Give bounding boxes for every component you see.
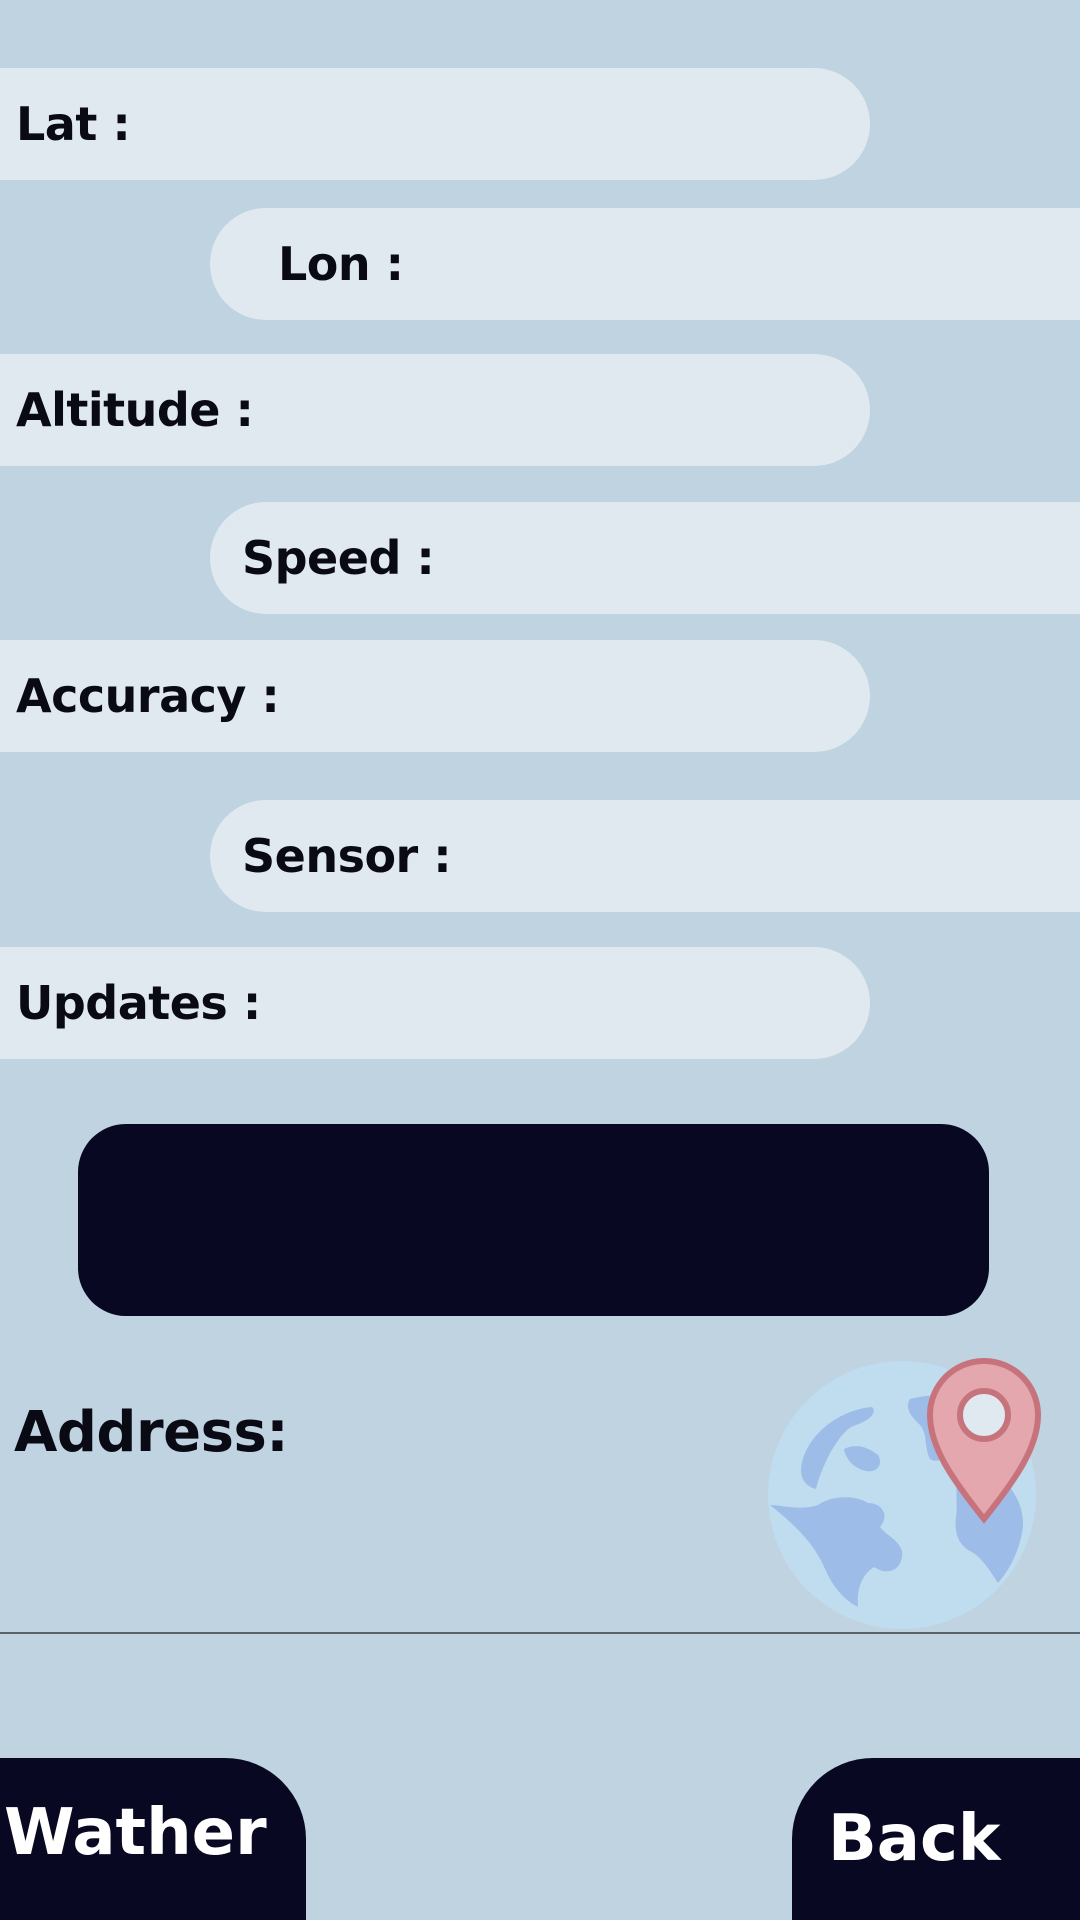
updates-field: Updates : bbox=[0, 947, 870, 1059]
lon-label: Lon : bbox=[278, 237, 404, 291]
updates-label: Updates : bbox=[16, 976, 261, 1030]
lat-label: Lat : bbox=[16, 97, 131, 151]
speed-label: Speed : bbox=[242, 531, 435, 585]
accuracy-field: Accuracy : bbox=[0, 640, 870, 752]
globe-pin-icon bbox=[766, 1357, 1042, 1630]
sensor-field: Sensor : bbox=[210, 800, 1080, 912]
divider bbox=[0, 1632, 1080, 1634]
main-action-button[interactable] bbox=[78, 1124, 989, 1316]
speed-field: Speed : bbox=[210, 502, 1080, 614]
accuracy-label: Accuracy : bbox=[16, 669, 280, 723]
altitude-field: Altitude : bbox=[0, 354, 870, 466]
altitude-label: Altitude : bbox=[16, 383, 254, 437]
weather-button[interactable]: Wather bbox=[0, 1758, 306, 1920]
address-label: Address: bbox=[14, 1400, 289, 1465]
sensor-label: Sensor : bbox=[242, 829, 452, 883]
lat-field: Lat : bbox=[0, 68, 870, 180]
back-button[interactable]: Back bbox=[792, 1758, 1080, 1920]
lon-field: Lon : bbox=[210, 208, 1080, 320]
weather-button-label: Wather bbox=[4, 1796, 267, 1870]
back-button-label: Back bbox=[828, 1802, 1001, 1876]
